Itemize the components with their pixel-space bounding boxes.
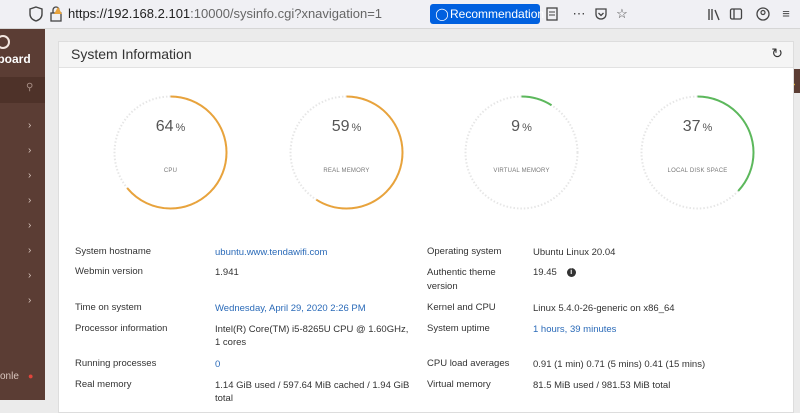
search-icon: ⚲: [26, 82, 34, 93]
gauge-ring: [640, 95, 755, 210]
load-averages-label: CPU load averages: [427, 358, 510, 369]
sidebar-title[interactable]: oboard: [0, 52, 31, 66]
gauge-arc: [113, 95, 228, 210]
theme-version-label: Authentic theme version: [427, 267, 496, 292]
reader-view-icon[interactable]: [544, 6, 560, 22]
load-averages-value: 0.91 (1 min) 0.71 (5 mins) 0.41 (15 mins…: [533, 359, 706, 370]
recommendation-label: Recommendation: [450, 7, 545, 21]
gauge-real-memory: 59% REAL MEMORY: [284, 90, 409, 215]
real-memory-value: 1.14 GiB used / 597.64 MiB cached / 1.94…: [215, 380, 410, 404]
real-memory-label: Real memory: [75, 379, 132, 390]
dashboard-icon: [0, 35, 10, 49]
refresh-icon[interactable]: ↻: [771, 45, 783, 62]
hostname-label: System hostname: [75, 246, 152, 257]
info-icon[interactable]: i: [566, 267, 576, 277]
chevron-right-icon[interactable]: ›: [28, 221, 36, 231]
virtual-memory-value: 81.5 MiB used / 981.53 MiB total: [533, 380, 671, 391]
gauge-arc: [464, 95, 579, 210]
uptime-label: System uptime: [427, 323, 490, 334]
chevron-right-icon[interactable]: ›: [28, 146, 36, 156]
gauge-ring: [464, 95, 579, 210]
processor-label: Processor information: [75, 323, 168, 334]
account-icon[interactable]: [755, 6, 771, 22]
theme-version-value: 19.45 i: [533, 266, 576, 279]
gauge-value: 59%: [331, 118, 362, 135]
time-link[interactable]: Wednesday, April 29, 2020 2:26 PM: [215, 302, 366, 315]
menu-icon[interactable]: ≡: [778, 6, 794, 22]
pocket-icon[interactable]: [593, 6, 609, 22]
panel-header: System Information ↻: [59, 42, 793, 68]
gauge-track: [464, 95, 579, 210]
gauge-value: 37%: [682, 118, 713, 135]
gauge-label: VIRTUAL MEMORY: [493, 168, 550, 174]
kernel-value: Linux 5.4.0-26-generic on x86_64: [533, 303, 675, 314]
gauge-ring: [113, 95, 228, 210]
time-label: Time on system: [75, 302, 142, 313]
shield-icon[interactable]: [28, 6, 44, 22]
url-path: :10000/sysinfo.cgi?xnavigation=1: [190, 6, 383, 21]
processes-link[interactable]: 0: [215, 358, 220, 371]
bookmark-star-icon[interactable]: ☆: [614, 6, 630, 22]
os-label: Operating system: [427, 246, 502, 257]
processes-label: Running processes: [75, 358, 157, 369]
browser-toolbar: https://192.168.2.101:10000/sysinfo.cgi?…: [0, 0, 800, 29]
status-dot-icon: ●: [28, 371, 34, 381]
webmin-version-value: 1.941: [215, 267, 239, 278]
panel-title: System Information: [71, 46, 192, 62]
virtual-memory-label: Virtual memory: [427, 379, 491, 390]
chevron-right-icon[interactable]: ›: [28, 296, 36, 306]
webmin-version-label: Webmin version: [75, 266, 143, 277]
address-bar[interactable]: https://192.168.2.101:10000/sysinfo.cgi?…: [68, 6, 382, 21]
gauge-ring: [289, 95, 404, 210]
gauge-virtual-memory: 9% VIRTUAL MEMORY: [459, 90, 584, 215]
chevron-right-icon[interactable]: ›: [28, 246, 36, 256]
gauge-arc: [289, 95, 404, 210]
gauge-label: REAL MEMORY: [323, 168, 370, 174]
lock-warning-icon[interactable]: [48, 6, 64, 22]
sidebar: oboard ⚲ › › › › › › › › onle ●: [0, 29, 45, 400]
sidebar-search[interactable]: ⚲: [0, 77, 45, 103]
gauge-arc: [640, 95, 755, 210]
gauge-local-disk-space: 37% LOCAL DISK SPACE: [635, 90, 760, 215]
gauge-value: 9%: [511, 118, 532, 135]
sidebar-bottom-label[interactable]: onle: [0, 371, 19, 382]
lightbulb-icon: ◯: [435, 7, 449, 21]
processor-value: Intel(R) Core(TM) i5-8265U CPU @ 1.60GHz…: [215, 324, 409, 348]
hostname-link[interactable]: ubuntu.www.tendawifi.com: [215, 246, 327, 259]
uptime-link[interactable]: 1 hours, 39 minutes: [533, 323, 616, 336]
gauge-label: LOCAL DISK SPACE: [667, 168, 728, 174]
url-host: https://192.168.2.101: [68, 6, 191, 21]
recommendation-button[interactable]: ◯ Recommendation: [430, 4, 544, 24]
chevron-right-icon[interactable]: ›: [28, 171, 36, 181]
gauge-value: 64%: [155, 118, 186, 135]
chevron-right-icon[interactable]: ›: [28, 121, 36, 131]
chevron-right-icon[interactable]: ›: [28, 196, 36, 206]
library-icon[interactable]: [706, 6, 722, 22]
more-actions-icon[interactable]: ⋯: [571, 6, 587, 22]
sidebar-toggle-icon[interactable]: [728, 6, 744, 22]
chevron-right-icon[interactable]: ›: [28, 271, 36, 281]
gauge-label: CPU: [163, 168, 178, 174]
os-value: Ubuntu Linux 20.04: [533, 247, 616, 258]
gauge-cpu: 64% CPU: [108, 90, 233, 215]
kernel-label: Kernel and CPU: [427, 302, 496, 313]
